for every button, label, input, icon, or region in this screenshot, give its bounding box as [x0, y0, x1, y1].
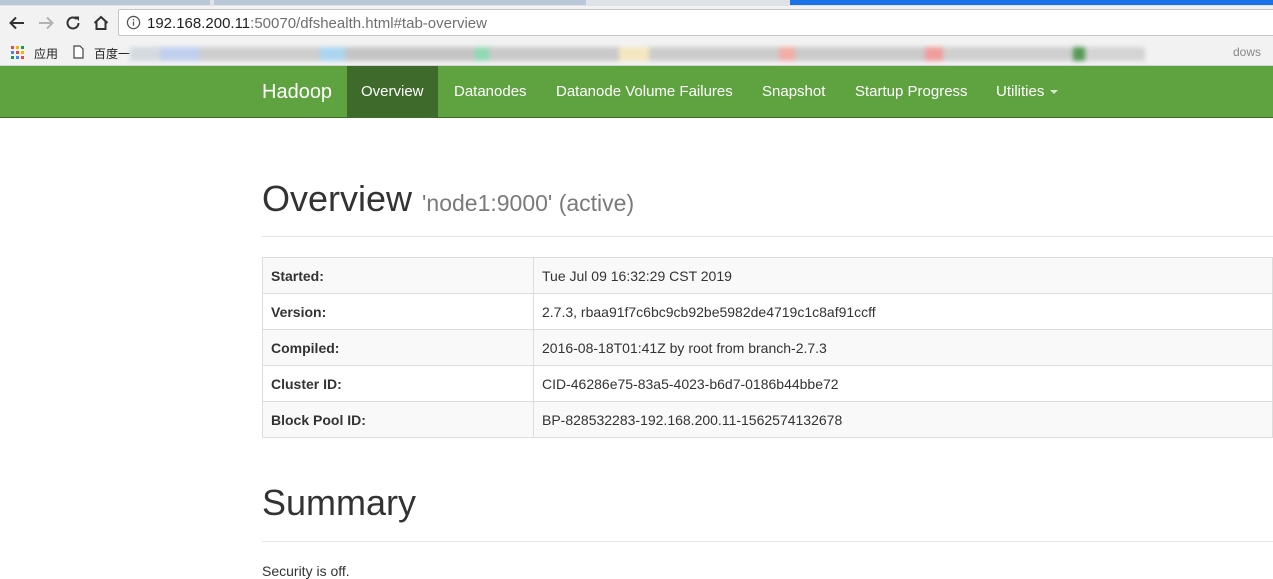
back-button[interactable]	[6, 12, 28, 34]
overview-heading: Overview 'node1:9000' (active)	[262, 178, 634, 220]
overview-title: Overview	[262, 178, 413, 219]
forward-button[interactable]	[35, 12, 57, 34]
row-value: BP-828532283-192.168.200.11-156257413267…	[533, 401, 1273, 438]
blurred-bookmarks	[130, 43, 1270, 65]
info-icon[interactable]	[126, 15, 141, 30]
bookmark-baidu[interactable]: 百度一	[94, 45, 130, 62]
table-row: Cluster ID: CID-46286e75-83a5-4023-b6d7-…	[262, 365, 1273, 402]
apps-grid-icon[interactable]	[11, 46, 24, 59]
nav-datanodes[interactable]: Datanodes	[454, 66, 527, 117]
nav-overview[interactable]: Overview	[347, 66, 438, 117]
url-path: :50070/dfshealth.html#tab-overview	[250, 15, 487, 32]
back-arrow-icon	[9, 16, 24, 30]
security-status: Security is off.	[262, 563, 350, 579]
table-row: Compiled: 2016-08-18T01:41Z by root from…	[262, 329, 1273, 366]
nav-startup-progress[interactable]: Startup Progress	[855, 66, 968, 117]
home-icon	[93, 15, 109, 30]
nav-datanode-volume-failures[interactable]: Datanode Volume Failures	[556, 66, 733, 117]
table-row: Started: Tue Jul 09 16:32:29 CST 2019	[262, 257, 1273, 294]
row-key: Version:	[262, 293, 534, 330]
bookmark-apps[interactable]: 应用	[34, 45, 58, 62]
divider	[262, 236, 1273, 237]
forward-arrow-icon	[39, 16, 54, 30]
reload-button[interactable]	[62, 12, 84, 34]
navbar-brand[interactable]: Hadoop	[262, 81, 332, 104]
page-icon	[73, 45, 84, 59]
reload-icon	[66, 16, 80, 30]
row-value: 2016-08-18T01:41Z by root from branch-2.…	[533, 329, 1273, 366]
summary-title: Summary	[262, 482, 417, 523]
nav-utilities-label: Utilities	[996, 83, 1045, 100]
address-url[interactable]: 192.168.200.11:50070/dfshealth.html#tab-…	[147, 15, 487, 32]
home-button[interactable]	[90, 12, 112, 34]
row-value: 2.7.3, rbaa91f7c6bc9cb92be5982de4719c1c8…	[533, 293, 1273, 330]
row-key: Compiled:	[262, 329, 534, 366]
row-key: Block Pool ID:	[262, 401, 534, 438]
url-host: 192.168.200.11	[147, 15, 251, 32]
address-bar[interactable]: 192.168.200.11:50070/dfshealth.html#tab-…	[118, 9, 1273, 36]
browser-tab[interactable]	[0, 0, 210, 5]
overview-subtitle: 'node1:9000' (active)	[422, 190, 635, 216]
overview-table: Started: Tue Jul 09 16:32:29 CST 2019 Ve…	[262, 257, 1273, 438]
table-row: Block Pool ID: BP-828532283-192.168.200.…	[262, 401, 1273, 438]
caret-down-icon	[1050, 90, 1059, 95]
divider	[262, 541, 1273, 542]
row-key: Cluster ID:	[262, 365, 534, 402]
row-value: CID-46286e75-83a5-4023-b6d7-0186b44bbe72	[533, 365, 1273, 402]
nav-utilities[interactable]: Utilities	[996, 66, 1059, 117]
row-value: Tue Jul 09 16:32:29 CST 2019	[533, 257, 1273, 294]
hadoop-navbar: Hadoop Overview Datanodes Datanode Volum…	[0, 66, 1273, 118]
browser-toolbar: 192.168.200.11:50070/dfshealth.html#tab-…	[0, 6, 1273, 40]
browser-tab[interactable]	[214, 0, 586, 5]
nav-snapshot[interactable]: Snapshot	[762, 66, 825, 117]
browser-tab-active-indicator	[790, 0, 1273, 5]
table-row: Version: 2.7.3, rbaa91f7c6bc9cb92be5982d…	[262, 293, 1273, 330]
row-key: Started:	[262, 257, 534, 294]
